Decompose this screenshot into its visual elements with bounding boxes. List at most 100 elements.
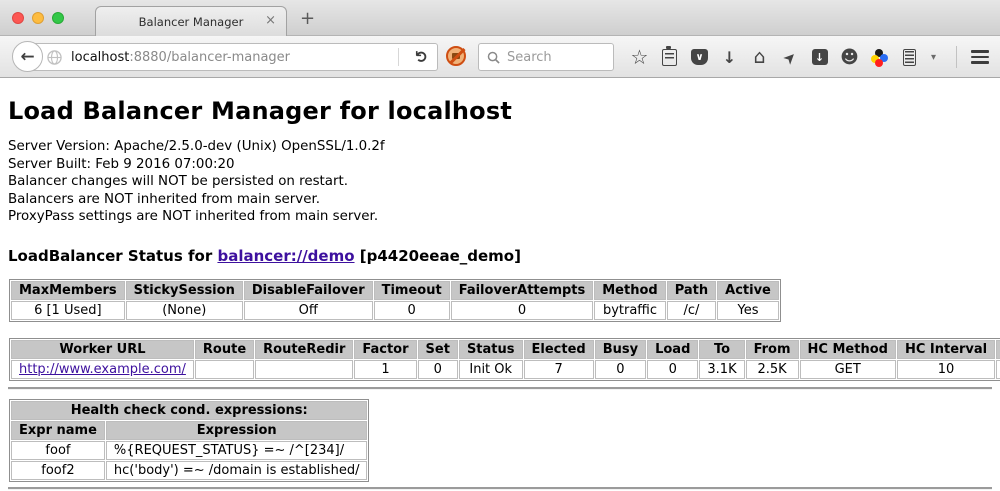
col-to: To (699, 340, 744, 359)
cell-stickysession: (None) (126, 301, 243, 320)
cell-hc-method: GET (800, 360, 896, 379)
search-bar[interactable] (478, 43, 614, 71)
col-path: Path (667, 281, 716, 300)
menu-hamburger-icon[interactable] (970, 48, 989, 67)
server-info: Server Version: Apache/2.5.0-dev (Unix) … (8, 138, 992, 226)
cell-path: /c/ (667, 301, 716, 320)
home-icon[interactable]: ⌂ (750, 48, 769, 67)
col-routeredir: RouteRedir (255, 340, 353, 359)
cell-maxmembers: 6 [1 Used] (11, 301, 125, 320)
bookmark-star-icon[interactable]: ☆ (630, 48, 649, 67)
col-worker-url: Worker URL (11, 340, 194, 359)
color-dots-extension-icon[interactable] (870, 48, 889, 67)
col-failoverattempts: FailoverAttempts (451, 281, 594, 300)
col-hc-method: HC Method (800, 340, 896, 359)
col-elected: Elected (524, 340, 594, 359)
cell-routeredir (255, 360, 353, 379)
tab-bar: Balancer Manager × + (0, 0, 1000, 36)
cell-timeout: 0 (374, 301, 450, 320)
worker-table: Worker URL Route RouteRedir Factor Set S… (9, 338, 1000, 381)
hc-table-title: Health check cond. expressions: (11, 401, 367, 420)
balancer-settings-table: MaxMembers StickySession DisableFailover… (9, 279, 781, 322)
loadbalancer-heading: LoadBalancer Status for balancer://demo … (8, 247, 992, 265)
lb-heading-suffix: [p4420eeae_demo] (355, 247, 521, 265)
notice-proxypass: ProxyPass settings are NOT inherited fro… (8, 208, 992, 226)
toolbar-icons: ☆ ∨ ↓ ⌂ ➤ ↓ ☻ ▾ (630, 36, 1000, 78)
bookmarks-sidebar-icon[interactable] (660, 48, 679, 67)
cell-expression: %{REQUEST_STATUS} =~ /^[234]/ (106, 441, 368, 460)
cell-load: 0 (647, 360, 698, 379)
page-bottom-divider (8, 487, 992, 490)
search-input[interactable] (507, 50, 607, 65)
url-text: localhost:8880/balancer-manager (71, 50, 290, 65)
page-content: Load Balancer Manager for localhost Serv… (0, 97, 1000, 490)
col-timeout: Timeout (374, 281, 450, 300)
col-expression: Expression (106, 421, 368, 440)
cell-expr-name: foof (11, 441, 105, 460)
col-maxmembers: MaxMembers (11, 281, 125, 300)
table-row: http://www.example.com/ 1 0 Init Ok 7 0 … (11, 360, 1000, 379)
url-bar[interactable]: localhost:8880/balancer-manager ↻ (28, 43, 438, 71)
cell-factor: 1 (354, 360, 416, 379)
col-stickysession: StickySession (126, 281, 243, 300)
col-hc-interval: HC Interval (897, 340, 995, 359)
table-header-row: Worker URL Route RouteRedir Factor Set S… (11, 340, 1000, 359)
server-version: Server Version: Apache/2.5.0-dev (Unix) … (8, 138, 992, 156)
worker-url-link[interactable]: http://www.example.com/ (19, 362, 186, 377)
table-row: foof %{REQUEST_STATUS} =~ /^[234]/ (11, 441, 367, 460)
cell-to: 3.1K (699, 360, 744, 379)
col-active: Active (717, 281, 779, 300)
tab-close-icon[interactable]: × (265, 14, 276, 28)
col-passes: Passes (996, 340, 1000, 359)
table-row: 6 [1 Used] (None) Off 0 0 bytraffic /c/ … (11, 301, 779, 320)
url-host: localhost (71, 50, 129, 65)
lb-heading-prefix: LoadBalancer Status for (8, 247, 217, 265)
col-from: From (746, 340, 799, 359)
globe-icon (47, 50, 62, 65)
cell-route (195, 360, 254, 379)
notice-persist: Balancer changes will NOT be persisted o… (8, 173, 992, 191)
health-check-table: Health check cond. expressions: Expr nam… (9, 399, 369, 482)
new-tab-button[interactable]: + (300, 8, 315, 29)
pocket-icon[interactable]: ∨ (690, 48, 709, 67)
zoom-window-button[interactable] (52, 12, 64, 24)
table-title-row: Health check cond. expressions: (11, 401, 367, 420)
section-divider (8, 387, 992, 390)
clipboard-icon (662, 49, 677, 66)
battery-extension-icon[interactable] (900, 48, 919, 67)
col-method: Method (594, 281, 665, 300)
cell-set: 0 (418, 360, 458, 379)
toolbar-separator (956, 46, 957, 68)
balancer-demo-link[interactable]: balancer://demo (217, 247, 354, 265)
close-window-button[interactable] (12, 12, 24, 24)
cell-elected: 7 (524, 360, 594, 379)
flashblock-icon[interactable] (446, 46, 466, 66)
table-header-row: Expr name Expression (11, 421, 367, 440)
table-row: foof2 hc('body') =~ /domain is establish… (11, 461, 367, 480)
reload-icon[interactable]: ↻ (412, 50, 431, 63)
col-load: Load (647, 340, 698, 359)
page-title: Load Balancer Manager for localhost (8, 97, 992, 125)
chevron-down-icon[interactable]: ▾ (924, 48, 943, 67)
downloads-icon[interactable]: ↓ (720, 48, 739, 67)
back-button[interactable]: ← (12, 41, 43, 72)
col-route: Route (195, 340, 254, 359)
col-factor: Factor (354, 340, 416, 359)
cell-failoverattempts: 0 (451, 301, 594, 320)
tab-title: Balancer Manager (139, 15, 244, 29)
search-icon (487, 51, 500, 64)
cell-expr-name: foof2 (11, 461, 105, 480)
navigation-toolbar: ← localhost:8880/balancer-manager ↻ ☆ ∨ … (0, 36, 1000, 78)
send-page-icon[interactable]: ➤ (776, 44, 803, 71)
notice-inherit: Balancers are NOT inherited from main se… (8, 191, 992, 209)
download-extension-icon[interactable]: ↓ (810, 48, 829, 67)
cell-active: Yes (717, 301, 779, 320)
cell-hc-interval: 10 (897, 360, 995, 379)
minimize-window-button[interactable] (32, 12, 44, 24)
tab-balancer-manager[interactable]: Balancer Manager × (95, 6, 287, 36)
smiley-extension-icon[interactable]: ☻ (840, 48, 859, 67)
col-status: Status (459, 340, 523, 359)
cell-method: bytraffic (594, 301, 665, 320)
cell-disablefailover: Off (244, 301, 373, 320)
table-header-row: MaxMembers StickySession DisableFailover… (11, 281, 779, 300)
